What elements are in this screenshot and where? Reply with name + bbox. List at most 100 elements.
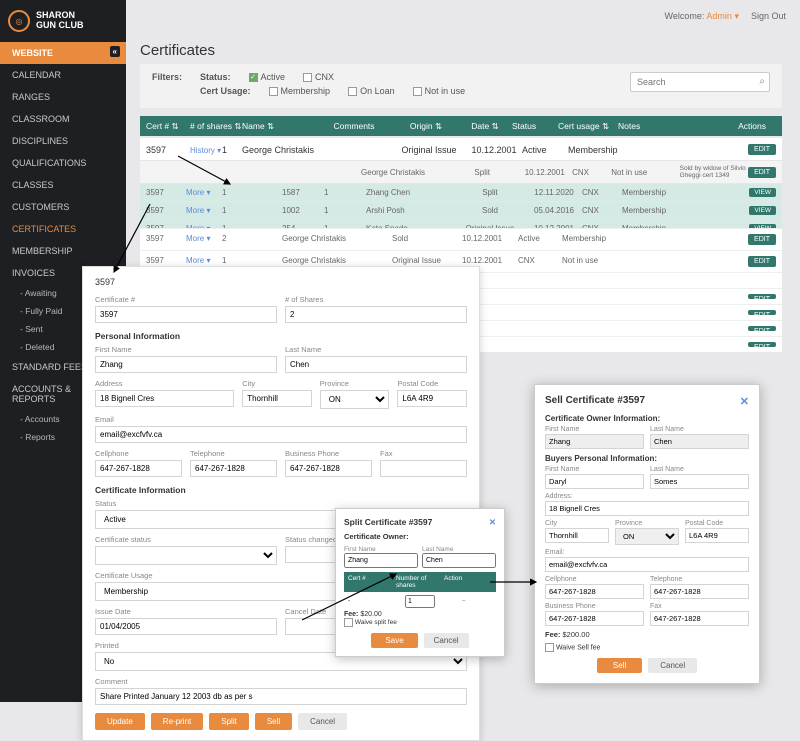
filter-cnx[interactable]: CNX [303, 72, 334, 82]
buyer-fax-input[interactable] [650, 611, 749, 626]
edit-button[interactable]: EDIT [748, 342, 776, 347]
filter-active[interactable]: ✓Active [249, 72, 286, 82]
remove-icon[interactable]: − [435, 598, 492, 605]
view-button[interactable]: VIEW [749, 188, 776, 197]
th-shares[interactable]: # of shares ⇅ [190, 121, 242, 132]
email-input[interactable] [95, 426, 467, 443]
filter-membership[interactable]: Membership [269, 86, 331, 96]
last-name-input[interactable] [285, 356, 467, 373]
collapse-icon[interactable]: « [110, 46, 120, 57]
usage-label: Cert Usage: [200, 86, 251, 96]
split-cancel-button[interactable]: Cancel [424, 633, 469, 648]
first-name-input[interactable] [95, 356, 277, 373]
reprint-button[interactable]: Re-print [151, 713, 203, 730]
search-input[interactable] [630, 72, 770, 92]
edit-button[interactable]: EDIT [748, 310, 776, 315]
cancel-button[interactable]: Cancel [298, 713, 347, 730]
status-label: Status [95, 499, 467, 508]
th-date[interactable]: Date ⇅ [458, 121, 512, 132]
search-icon[interactable]: ⌕ [759, 76, 765, 87]
province-label: Province [320, 379, 390, 388]
waive-label: Waive split fee [355, 619, 397, 626]
split-row: -− [344, 592, 496, 611]
buyer-email-input[interactable] [545, 557, 749, 572]
buyer-section: Buyers Personal Information: [545, 454, 749, 463]
fax-label: Fax [650, 603, 749, 610]
shares-input[interactable] [285, 306, 467, 323]
history-link[interactable]: History ▾ [190, 146, 221, 155]
nav-classes[interactable]: CLASSES [0, 174, 126, 196]
business-phone-input[interactable] [285, 460, 372, 477]
buyer-city-input[interactable] [545, 528, 609, 543]
nav-website[interactable]: WEBSITE« [0, 42, 126, 64]
checkbox-icon[interactable] [344, 618, 353, 627]
nav-disciplines[interactable]: DISCIPLINES [0, 130, 126, 152]
view-button[interactable]: VIEW [749, 206, 776, 215]
nav-ranges[interactable]: RANGES [0, 86, 126, 108]
th-cert[interactable]: Cert # ⇅ [146, 121, 190, 132]
edit-button[interactable]: EDIT [748, 167, 776, 178]
buyer-address-input[interactable] [545, 501, 749, 516]
buyer-first-input[interactable] [545, 474, 644, 489]
edit-button[interactable]: EDIT [748, 256, 776, 267]
split-first-name[interactable] [344, 553, 418, 568]
th-name[interactable]: Name ⇅ [242, 121, 314, 132]
address-input[interactable] [95, 390, 234, 407]
comment-input[interactable] [95, 688, 467, 705]
postal-input[interactable] [397, 390, 467, 407]
sell-confirm-button[interactable]: Sell [597, 658, 642, 673]
sell-button[interactable]: Sell [255, 713, 292, 730]
edit-button[interactable]: EDIT [748, 294, 776, 299]
sell-modal: Sell Certificate #3597✕ Certificate Owne… [534, 384, 760, 684]
th-usage[interactable]: Cert usage ⇅ [558, 121, 618, 132]
buyer-last-input[interactable] [650, 474, 749, 489]
nav-customers[interactable]: CUSTOMERS [0, 196, 126, 218]
close-icon[interactable]: ✕ [489, 517, 496, 528]
more-link[interactable]: More ▾ [186, 234, 222, 245]
comment-label: Comment [95, 677, 467, 686]
cellphone-input[interactable] [95, 460, 182, 477]
nav-membership[interactable]: MEMBERSHIP [0, 240, 126, 262]
edit-button[interactable]: EDIT [748, 144, 776, 155]
email-label: Email: [545, 549, 749, 556]
user-menu[interactable]: Admin ▾ [706, 11, 739, 21]
filter-notinuse[interactable]: Not in use [413, 86, 466, 96]
buyer-province-select[interactable]: ON [615, 528, 679, 545]
telephone-input[interactable] [190, 460, 277, 477]
edit-button[interactable]: EDIT [748, 234, 776, 245]
nav-classroom[interactable]: CLASSROOM [0, 108, 126, 130]
th-origin[interactable]: Origin ⇅ [394, 121, 458, 132]
checkbox-icon[interactable] [545, 643, 554, 652]
more-link[interactable]: More ▾ [186, 188, 222, 197]
issue-date-input[interactable] [95, 618, 277, 635]
nav-certificates[interactable]: CERTIFICATES [0, 218, 126, 240]
province-select[interactable]: ON [320, 390, 390, 409]
close-icon[interactable]: ✕ [740, 395, 749, 408]
split-button[interactable]: Split [209, 713, 249, 730]
history-row: 3597More ▾1 10021 Arshi PoshSold05.04.20… [140, 201, 782, 219]
split-save-button[interactable]: Save [371, 633, 417, 648]
nav-qualifications[interactable]: QUALIFICATIONS [0, 152, 126, 174]
buyer-postal-input[interactable] [685, 528, 749, 543]
filter-onloan[interactable]: On Loan [348, 86, 395, 96]
update-button[interactable]: Update [95, 713, 145, 730]
cert-status-select[interactable] [95, 546, 277, 565]
sell-cancel-button[interactable]: Cancel [648, 658, 697, 673]
buyer-tel-input[interactable] [650, 584, 749, 599]
section-personal: Personal Information [95, 331, 467, 341]
buyer-business-input[interactable] [545, 611, 644, 626]
nav-calendar[interactable]: CALENDAR [0, 64, 126, 86]
more-link[interactable]: More ▾ [186, 206, 222, 215]
city-input[interactable] [242, 390, 312, 407]
fax-input[interactable] [380, 460, 467, 477]
split-last-name[interactable] [422, 553, 496, 568]
city-label: City [242, 379, 312, 388]
logo-text: SHARONGUN CLUB [36, 11, 84, 31]
buyer-cell-input[interactable] [545, 584, 644, 599]
edit-button[interactable]: EDIT [748, 326, 776, 331]
checkbox-icon [303, 73, 312, 82]
page-title: Certificates [140, 42, 215, 59]
signout-link[interactable]: Sign Out [751, 11, 786, 21]
cert-no-input[interactable] [95, 306, 277, 323]
split-share-input[interactable] [405, 595, 435, 608]
